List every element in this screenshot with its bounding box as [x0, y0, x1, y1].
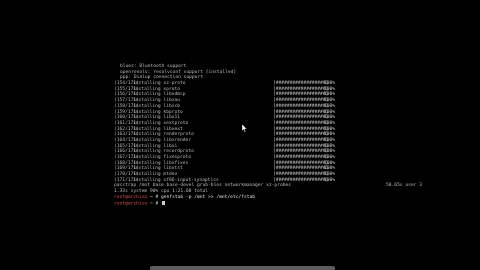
terminal-output: bluez: Bluetooth support openresolv: res…: [114, 64, 466, 206]
prompt-command: ~ # genfstab -p /mnt >> /mnt/etc/fstab: [147, 194, 256, 200]
prompt-command: ~ #: [147, 201, 162, 206]
text-cursor: [162, 200, 166, 205]
package-install-list: (154/171) installing xz-proto [###########…: [114, 81, 466, 183]
bottom-edge-bar: [150, 266, 335, 270]
active-prompt-line[interactable]: root@archiso ~ #: [114, 200, 466, 207]
prompt-host: root@archiso: [114, 194, 148, 200]
prompt-host: root@archiso: [114, 201, 148, 206]
mouse-pointer-icon: [241, 123, 248, 133]
console-screen: bluez: Bluetooth support openresolv: res…: [0, 0, 480, 270]
